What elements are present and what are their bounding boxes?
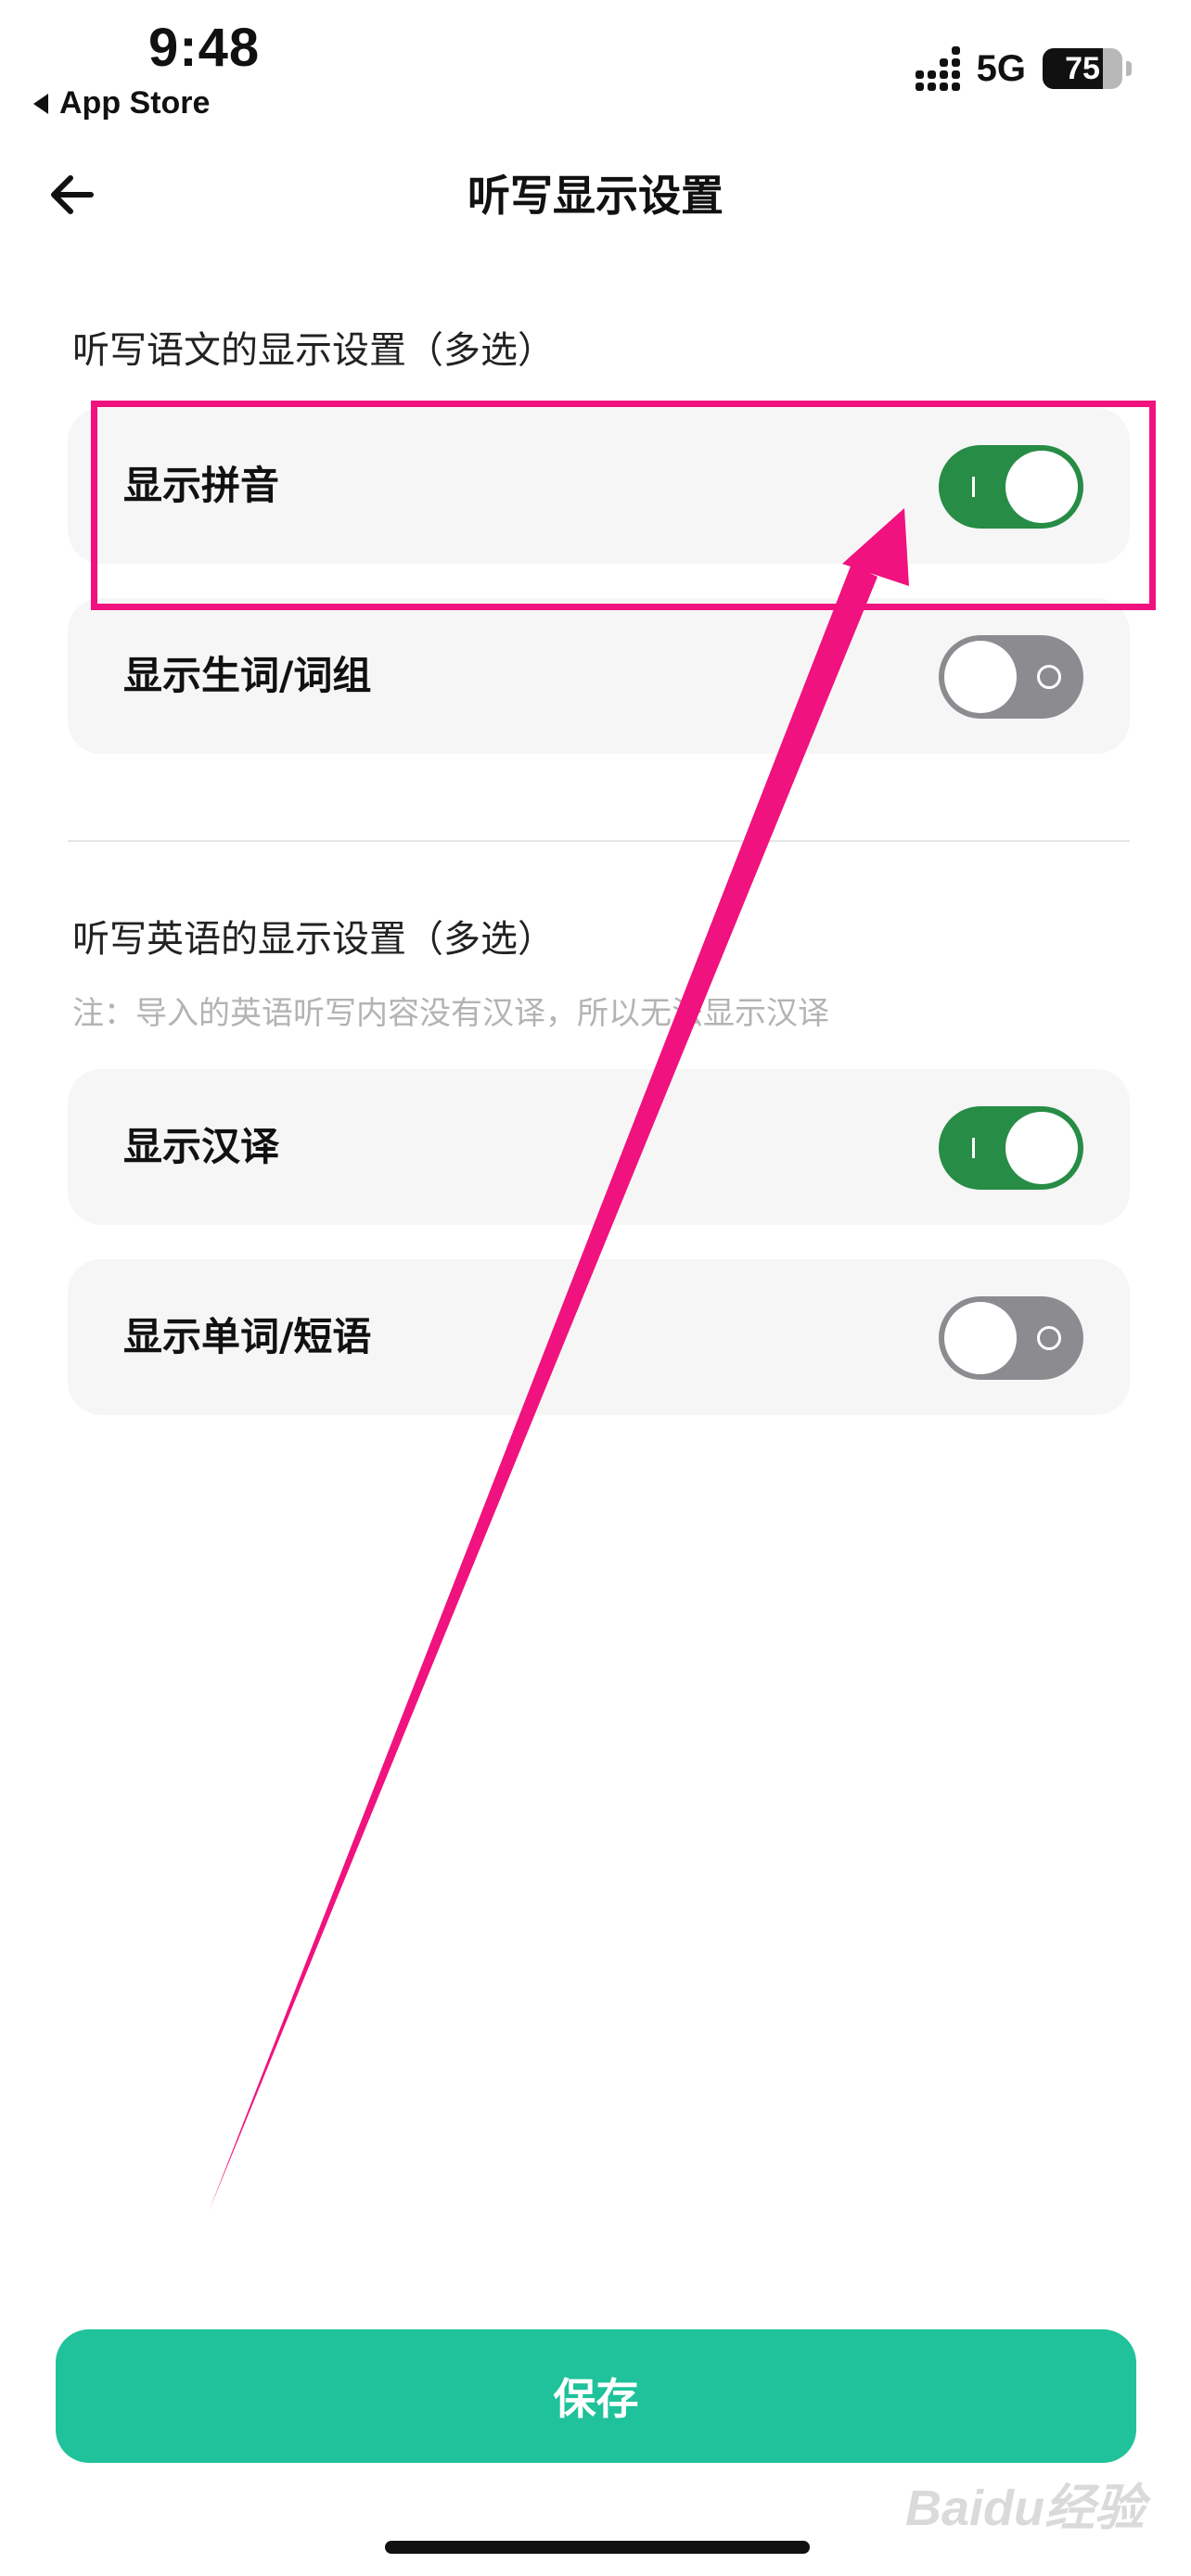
home-indicator — [385, 2541, 810, 2554]
toggle-off-mark — [1037, 1326, 1061, 1350]
option-show-vocabulary: 显示生词/词组 — [68, 598, 1130, 754]
battery-percentage: 75 — [1065, 50, 1100, 86]
option-show-translation: 显示汉译 — [68, 1069, 1130, 1225]
toggle-knob — [1005, 1112, 1078, 1184]
toggle-off-mark — [1037, 665, 1061, 689]
option-label: 显示单词/短语 — [123, 1314, 372, 1359]
status-time: 9:48 — [148, 18, 261, 78]
section-divider — [68, 840, 1130, 842]
back-to-app-store[interactable]: App Store — [33, 85, 210, 121]
battery-cap — [1126, 61, 1132, 76]
english-section-title: 听写英语的显示设置（多选） — [72, 918, 555, 961]
page-title: 听写显示设置 — [467, 171, 724, 221]
network-type: 5G — [976, 47, 1026, 89]
annotation-highlight-box — [91, 401, 1156, 610]
back-triangle-icon — [33, 93, 48, 114]
toggle-show-translation[interactable] — [939, 1106, 1083, 1190]
english-section-note: 注：导入的英语听写内容没有汉译，所以无法显示汉译 — [72, 995, 829, 1032]
option-label: 显示汉译 — [123, 1124, 280, 1169]
option-show-words: 显示单词/短语 — [68, 1259, 1130, 1415]
toggle-on-mark — [972, 1138, 975, 1158]
battery-icon: 75 — [1043, 48, 1122, 89]
toggle-knob — [944, 1302, 1017, 1374]
save-button[interactable]: 保存 — [56, 2329, 1136, 2463]
toggle-show-vocabulary[interactable] — [939, 635, 1083, 719]
cellular-signal-icon — [915, 46, 960, 91]
baidu-watermark: Baidu经验 — [904, 2480, 1145, 2536]
chinese-section-title: 听写语文的显示设置（多选） — [72, 329, 555, 372]
option-label: 显示生词/词组 — [123, 653, 372, 698]
status-indicators: 5G 75 — [915, 46, 1132, 91]
toggle-knob — [944, 641, 1017, 713]
back-app-label: App Store — [59, 85, 211, 121]
toggle-show-words[interactable] — [939, 1296, 1083, 1380]
